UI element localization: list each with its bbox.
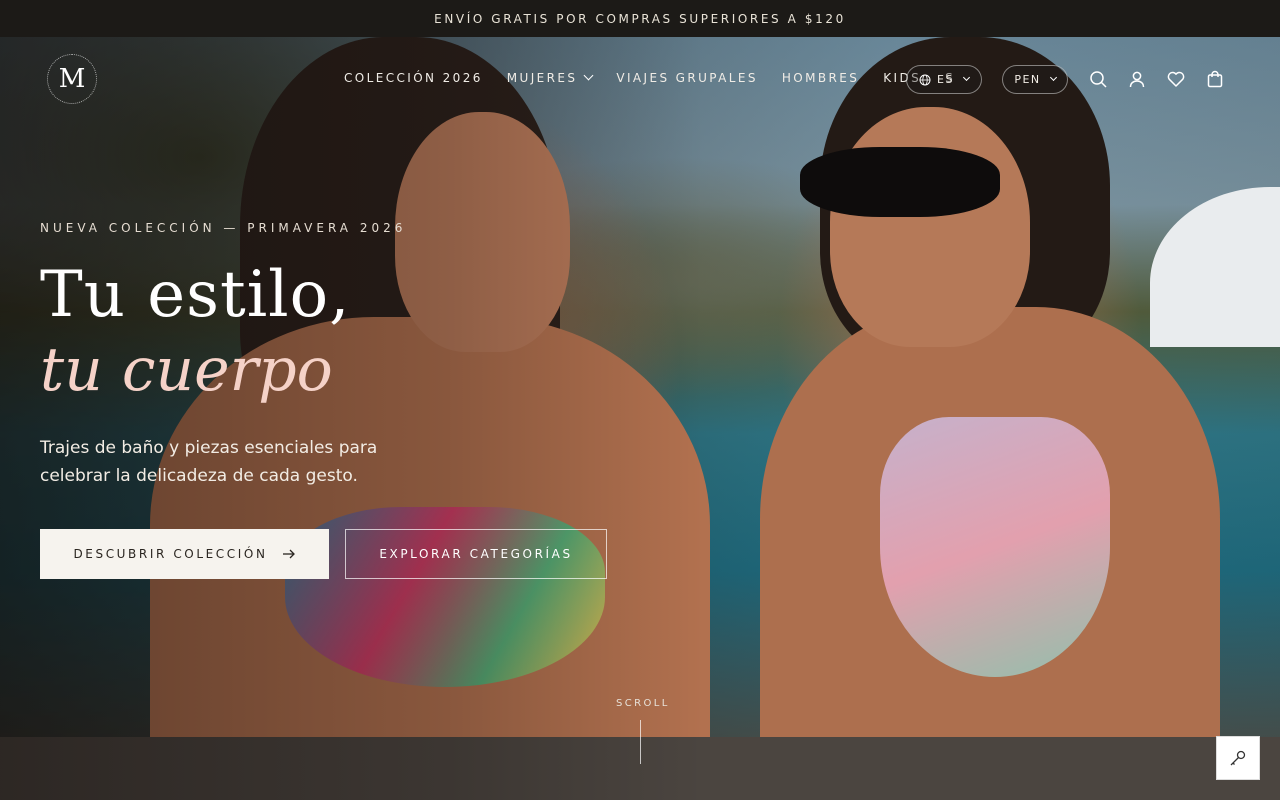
language-selector[interactable]: ES bbox=[906, 65, 982, 94]
currency-selector[interactable]: PEN bbox=[1002, 65, 1068, 94]
bag-icon[interactable] bbox=[1205, 70, 1225, 90]
scroll-indicator-line bbox=[640, 720, 641, 764]
main-navigation: M COLECCIÓN 2026 MUJERES VIAJES GRUPALES… bbox=[0, 37, 1280, 122]
user-icon[interactable] bbox=[1127, 70, 1147, 90]
hero-headline-italic: tu cuerpo bbox=[40, 335, 333, 405]
globe-icon bbox=[919, 74, 931, 85]
hero-eyebrow: NUEVA COLECCIÓN — PRIMAVERA 2026 bbox=[40, 221, 407, 235]
nav-item-label: MUJERES bbox=[506, 71, 578, 85]
hero-headline: Tu estilo, bbox=[40, 258, 351, 332]
currency-value: PEN bbox=[1014, 73, 1041, 86]
language-value: ES bbox=[937, 73, 954, 86]
brand-logo[interactable]: M bbox=[47, 54, 97, 104]
search-icon[interactable] bbox=[1088, 70, 1108, 90]
chevron-down-icon bbox=[1049, 73, 1057, 82]
scroll-indicator-label: SCROLL bbox=[616, 698, 670, 709]
promo-bar: ENVÍO GRATIS POR COMPRAS SUPERIORES A $1… bbox=[0, 0, 1280, 37]
discover-collection-button[interactable]: DESCUBRIR COLECCIÓN bbox=[40, 529, 329, 579]
nav-item-viajes-grupales[interactable]: VIAJES GRUPALES bbox=[616, 71, 758, 85]
hero-image bbox=[0, 37, 1280, 800]
hero-overlay bbox=[0, 37, 1280, 800]
arrow-right-icon bbox=[282, 549, 295, 559]
explore-categories-button[interactable]: EXPLORAR CATEGORÍAS bbox=[345, 529, 607, 579]
nav-item-mujeres[interactable]: MUJERES bbox=[506, 70, 594, 85]
logo-letter: M bbox=[58, 64, 86, 94]
nav-item-hombres[interactable]: HOMBRES bbox=[782, 71, 859, 85]
promo-text: ENVÍO GRATIS POR COMPRAS SUPERIORES A $1… bbox=[434, 11, 846, 26]
chevron-down-icon bbox=[583, 70, 594, 81]
hero-subtitle: Trajes de baño y piezas esenciales para … bbox=[40, 438, 378, 486]
key-icon[interactable] bbox=[1216, 736, 1260, 780]
heart-icon[interactable] bbox=[1166, 70, 1186, 90]
button-label: DESCUBRIR COLECCIÓN bbox=[73, 547, 268, 561]
nav-item-coleccion-2026[interactable]: COLECCIÓN 2026 bbox=[344, 71, 483, 85]
nav-menu: COLECCIÓN 2026 MUJERES VIAJES GRUPALES H… bbox=[344, 70, 979, 85]
chevron-down-icon bbox=[962, 73, 971, 82]
button-label: EXPLORAR CATEGORÍAS bbox=[379, 547, 573, 561]
